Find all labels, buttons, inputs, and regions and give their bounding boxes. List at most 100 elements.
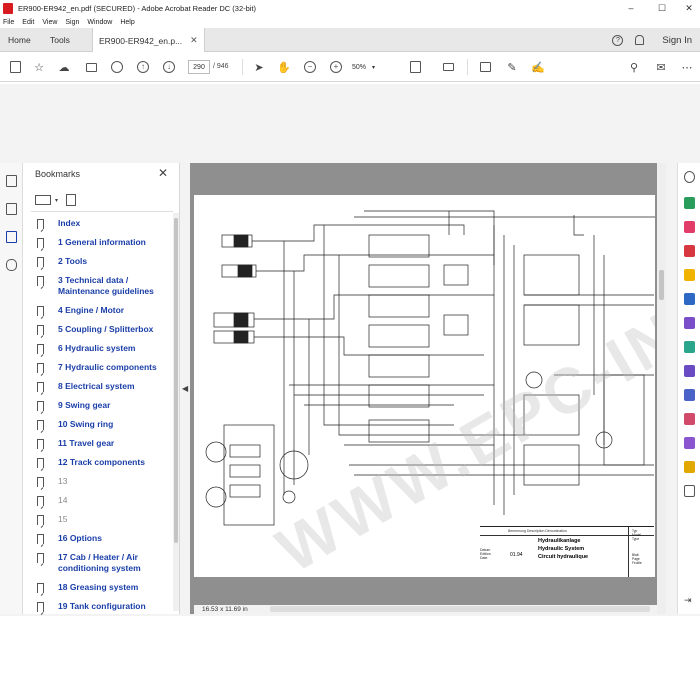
hand-tool-icon[interactable]: ✋ — [277, 60, 291, 74]
bookmark-item[interactable]: 11 Travel gear — [37, 438, 177, 449]
bookmark-item[interactable]: 17 Cab / Heater / Air conditioning syste… — [37, 552, 177, 574]
comment-tool-icon[interactable] — [684, 269, 695, 281]
bookmark-item[interactable]: 12 Track components — [37, 457, 177, 468]
lock-icon[interactable] — [6, 175, 17, 187]
bookmark-icon — [37, 306, 44, 316]
chevron-down-icon[interactable]: ▾ — [55, 197, 58, 204]
next-page-icon[interactable]: ↓ — [162, 60, 176, 74]
send-for-review-icon[interactable] — [684, 461, 695, 473]
bookmark-item[interactable]: 10 Swing ring — [37, 419, 177, 430]
zoom-in-icon[interactable]: + — [329, 60, 343, 74]
bookmark-item[interactable]: 2 Tools — [37, 256, 177, 267]
previous-page-icon[interactable]: ↑ — [136, 60, 150, 74]
fill-sign-icon[interactable] — [684, 413, 695, 425]
notification-bell-icon[interactable] — [635, 35, 645, 45]
more-tools-icon[interactable]: ⋯ — [680, 60, 694, 74]
collapse-panel-icon[interactable]: ◀ — [182, 384, 188, 393]
cloud-upload-icon[interactable]: ☁ — [57, 60, 71, 74]
print-icon[interactable] — [84, 60, 98, 74]
tab-home[interactable]: Home — [8, 28, 31, 52]
bookmark-list: Index 1 General information 2 Tools 3 Techn… — [37, 218, 177, 620]
find-bookmark-icon[interactable] — [66, 194, 77, 206]
search-icon[interactable] — [684, 171, 695, 183]
menu-window[interactable]: Window — [87, 19, 112, 26]
sign-icon[interactable]: ✍ — [531, 60, 545, 74]
horizontal-scrollbar[interactable] — [270, 606, 650, 612]
bookmark-item[interactable]: 4 Engine / Motor — [37, 305, 177, 316]
share-link-icon[interactable]: ⚲ — [627, 60, 641, 74]
tab-document[interactable]: ER900-ER942_en.p... ✕ — [92, 28, 205, 53]
close-panel-icon[interactable]: ✕ — [158, 166, 168, 180]
collapse-right-pane-icon[interactable]: ⇥ — [684, 595, 695, 607]
bookmark-label: 6 Hydraulic system — [58, 343, 136, 353]
fit-page-icon[interactable] — [408, 60, 422, 74]
bookmark-item[interactable]: 14 — [37, 495, 177, 506]
page-number-input[interactable]: 290 — [188, 60, 210, 74]
bookmark-item[interactable]: 9 Swing gear — [37, 400, 177, 411]
document-scroll-thumb[interactable] — [659, 270, 664, 300]
email-icon[interactable]: ✉ — [654, 60, 668, 74]
bookmark-label: 7 Hydraulic components — [58, 362, 157, 372]
bookmark-item[interactable]: 5 Coupling / Splitterbox — [37, 324, 177, 335]
right-tools-pane: ⇥ — [677, 163, 700, 614]
bookmark-icon — [37, 553, 44, 563]
menu-file[interactable]: File — [3, 19, 14, 26]
bookmark-item[interactable]: 19 Tank configuration — [37, 601, 177, 612]
combine-files-icon[interactable] — [684, 293, 695, 305]
comment-icon[interactable] — [478, 60, 492, 74]
pages-thumbnails-icon[interactable] — [6, 203, 17, 215]
zoom-level-select[interactable]: 50% ▾ — [352, 60, 386, 74]
bookmark-item[interactable]: 15 — [37, 514, 177, 525]
bookmark-label: 17 Cab / Heater / Air conditioning syste… — [58, 552, 141, 573]
sign-in-button[interactable]: Sign In — [662, 35, 692, 46]
options-menu-icon[interactable] — [35, 195, 51, 205]
bookmarks-scroll-thumb[interactable] — [174, 218, 178, 543]
tab-document-label: ER900-ER942_en.p... — [99, 35, 183, 46]
organize-pages-icon[interactable] — [684, 317, 695, 329]
sign-tool-icon[interactable] — [684, 437, 695, 449]
compress-pdf-icon[interactable] — [684, 341, 695, 353]
bookmark-label: 16 Options — [58, 533, 102, 543]
more-tools-wrench-icon[interactable] — [684, 485, 695, 497]
bookmark-item[interactable]: 16 Options — [37, 533, 177, 544]
bookmark-label: 18 Greasing system — [58, 582, 139, 592]
close-tab-icon[interactable]: ✕ — [190, 35, 198, 46]
attachments-icon[interactable] — [6, 259, 17, 271]
save-icon[interactable] — [8, 60, 22, 74]
zoom-search-icon[interactable] — [110, 60, 124, 74]
protect-icon[interactable] — [684, 389, 695, 401]
bookmark-item[interactable]: 13 — [37, 476, 177, 487]
bookmark-star-icon[interactable]: ☆ — [32, 60, 46, 74]
menu-bar: File Edit View Sign Window Help — [0, 16, 700, 28]
maximize-button[interactable]: ☐ — [648, 0, 676, 16]
minimize-button[interactable]: – — [617, 0, 645, 16]
menu-sign[interactable]: Sign — [65, 19, 79, 26]
bookmarks-icon[interactable] — [6, 231, 17, 243]
close-window-button[interactable]: ✕ — [675, 0, 700, 16]
bookmark-item[interactable]: Index — [37, 218, 177, 229]
create-pdf-icon[interactable] — [684, 245, 695, 257]
select-cursor-icon[interactable]: ➤ — [252, 60, 266, 74]
bookmark-item[interactable]: 6 Hydraulic system — [37, 343, 177, 354]
acrobat-app-icon — [3, 2, 13, 14]
bookmark-item[interactable]: 18 Greasing system — [37, 582, 177, 593]
bookmark-item[interactable]: 8 Electrical system — [37, 381, 177, 392]
bookmark-item[interactable]: 1 General information — [37, 237, 177, 248]
bookmark-label: 9 Swing gear — [58, 400, 111, 410]
bookmark-item[interactable]: 7 Hydraulic components — [37, 362, 177, 373]
edit-pdf-icon[interactable] — [684, 221, 695, 233]
export-pdf-icon[interactable] — [684, 197, 695, 209]
highlight-pen-icon[interactable]: ✎ — [505, 60, 519, 74]
help-icon[interactable]: ? — [612, 34, 624, 46]
bookmark-icon — [37, 458, 44, 468]
menu-view[interactable]: View — [42, 19, 57, 26]
document-scrollbar[interactable] — [657, 163, 666, 614]
zoom-out-icon[interactable]: − — [303, 60, 317, 74]
tab-tools[interactable]: Tools — [50, 28, 70, 52]
bookmark-item[interactable]: 3 Technical data / Maintenance guideline… — [37, 275, 177, 297]
title-block-rule — [628, 527, 629, 577]
menu-help[interactable]: Help — [120, 19, 134, 26]
scroll-mode-icon[interactable] — [441, 60, 455, 74]
menu-edit[interactable]: Edit — [22, 19, 34, 26]
request-signature-icon[interactable] — [684, 365, 695, 377]
